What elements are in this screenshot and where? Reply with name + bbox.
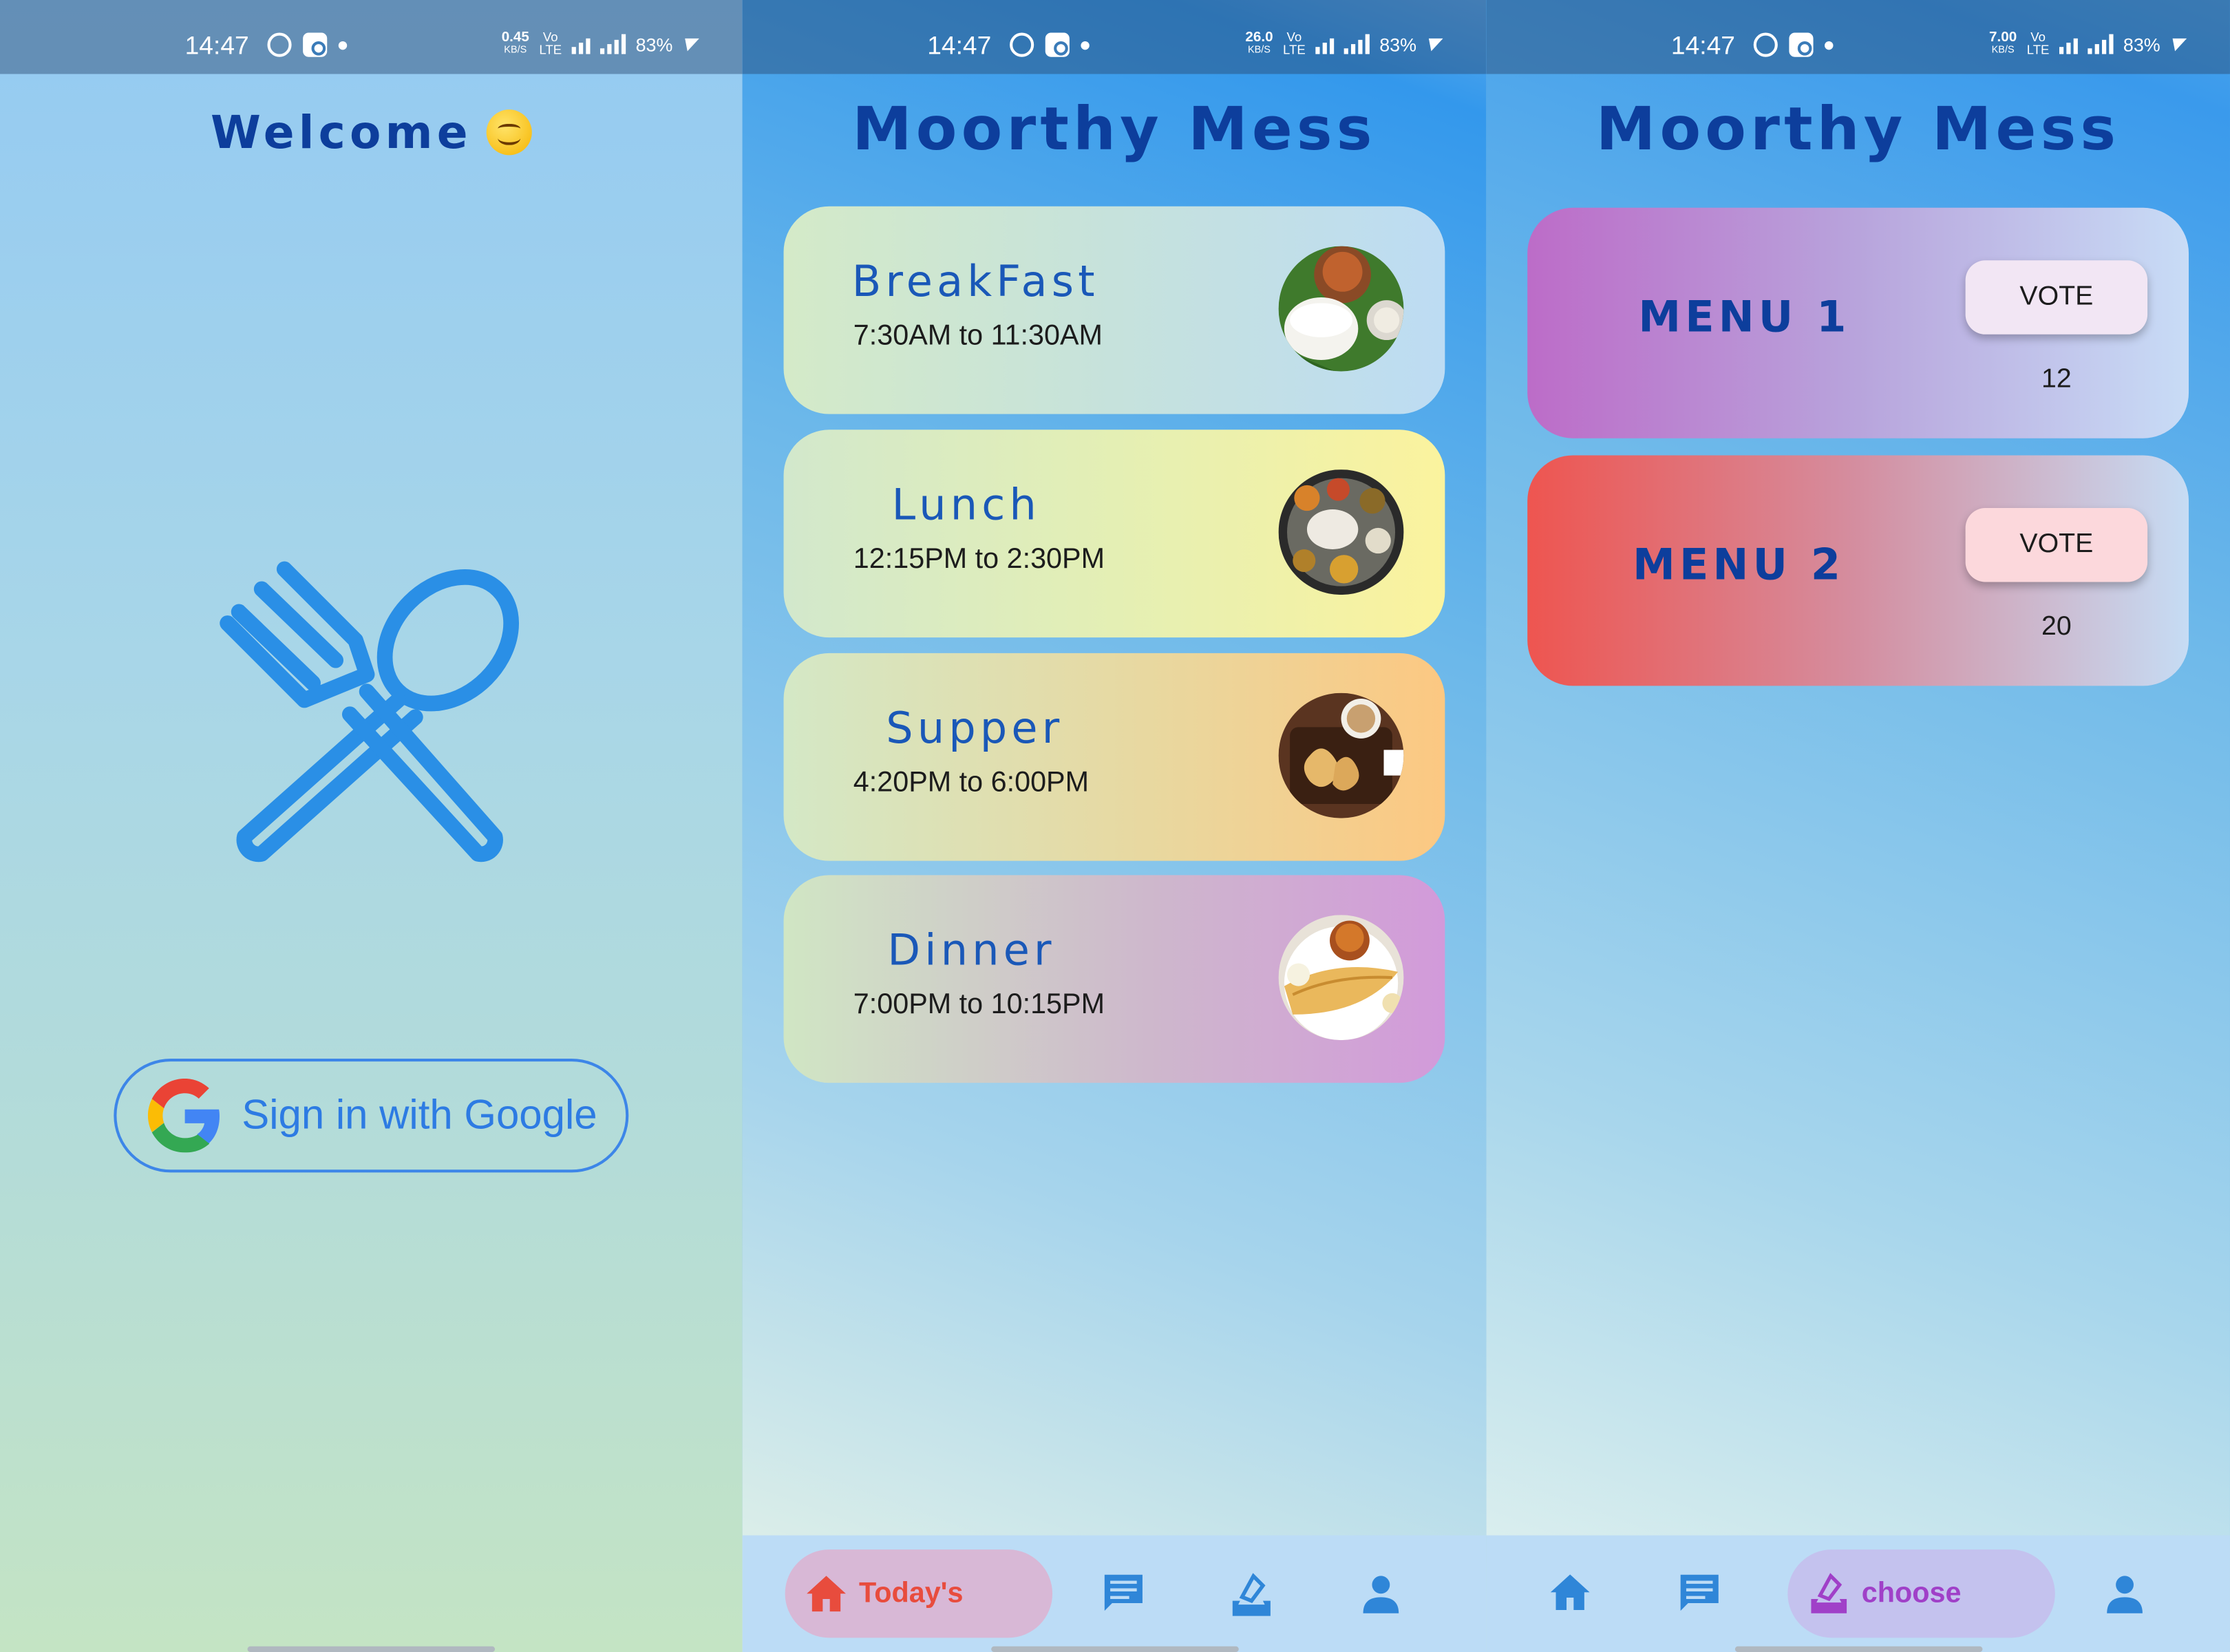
login-screen: 14:47 0.45 KB/S Vo LTE 83% Welcome Sign …: [0, 0, 743, 1652]
vote-icon[interactable]: [1229, 1572, 1274, 1618]
person-icon[interactable]: [2103, 1572, 2146, 1615]
meal-card-supper[interactable]: Supper 4:20PM to 6:00PM: [783, 653, 1445, 861]
menu-name: MENU 2: [1633, 540, 1845, 591]
vote-count: 12: [2041, 364, 2072, 394]
meal-name: Lunch: [891, 480, 1041, 531]
meal-name: Supper: [886, 704, 1064, 754]
menu-card-2: MENU 2 VOTE 20: [1527, 455, 2189, 686]
nav-choose-label: choose: [1861, 1577, 1962, 1609]
whatsapp-icon: [1753, 32, 1778, 57]
nav-today[interactable]: Today's: [785, 1549, 1053, 1638]
thali-photo: [1278, 469, 1404, 595]
more-notifications-dot: [1081, 40, 1090, 50]
app-notification-icon: [1789, 32, 1814, 57]
app-title: Moorthy Mess: [1595, 94, 2121, 164]
battery-percent: 83%: [2123, 33, 2160, 55]
signal-4g-icon: [571, 34, 591, 54]
meal-time: 12:15PM to 2:30PM: [853, 543, 1105, 575]
charging-icon: [680, 37, 699, 51]
chat-icon[interactable]: [1101, 1572, 1146, 1615]
network-speed: 7.00 KB/S: [1989, 30, 2017, 56]
person-icon[interactable]: [1359, 1572, 1402, 1615]
signal-4g-icon: [1315, 34, 1335, 54]
volte-icon: Vo LTE: [539, 30, 562, 57]
app-notification-icon: [303, 32, 328, 57]
volte-icon: Vo LTE: [1283, 30, 1306, 57]
menu-card-1: MENU 1 VOTE 12: [1527, 207, 2189, 438]
meal-name: Dinner: [887, 926, 1056, 977]
clock: 14:47: [184, 31, 249, 60]
menu-name: MENU 1: [1638, 293, 1851, 343]
meal-time: 4:20PM to 6:00PM: [853, 767, 1090, 798]
status-bar: 14:47 7.00 KB/S Vo LTE 83%: [1486, 0, 2230, 74]
status-bar: 14:47 26.0 KB/S Vo LTE 83%: [742, 0, 1487, 74]
battery-percent: 83%: [635, 33, 673, 55]
volte-icon: Vo LTE: [2026, 30, 2050, 57]
app-title: Moorthy Mess: [852, 94, 1377, 164]
welcome-heading: Welcome: [0, 105, 743, 160]
google-signin-button[interactable]: Sign in with Google: [114, 1058, 629, 1173]
home-icon: [807, 1576, 846, 1612]
meal-name: BreakFast: [851, 257, 1099, 308]
bottom-navigation: Today's: [742, 1535, 1487, 1652]
meal-time: 7:30AM to 11:30AM: [853, 320, 1103, 352]
smile-emoji-icon: [486, 109, 532, 156]
meal-card-dinner[interactable]: Dinner 7:00PM to 10:15PM: [783, 875, 1445, 1083]
meal-card-lunch[interactable]: Lunch 12:15PM to 2:30PM: [783, 430, 1445, 638]
whatsapp-icon: [1010, 32, 1034, 57]
charging-icon: [2167, 37, 2187, 51]
meal-card-breakfast[interactable]: BreakFast 7:30AM to 11:30AM: [783, 206, 1445, 414]
vote-button[interactable]: VOTE: [1965, 260, 2148, 335]
tea-biscuits-photo: [1278, 692, 1404, 818]
status-bar: 14:47 0.45 KB/S Vo LTE 83%: [0, 0, 743, 74]
vote-icon: [1811, 1573, 1847, 1613]
network-speed: 26.0 KB/S: [1245, 30, 1273, 56]
vote-button[interactable]: VOTE: [1965, 507, 2148, 582]
fork-spoon-icon: [220, 561, 520, 862]
nav-choose[interactable]: choose: [1787, 1549, 2055, 1638]
vote-count: 20: [2041, 611, 2072, 642]
signal-icon: [1344, 34, 1370, 54]
bottom-navigation: choose: [1486, 1535, 2230, 1652]
battery-percent: 83%: [1379, 33, 1417, 55]
gesture-bar: [247, 1646, 496, 1652]
signal-icon: [2088, 34, 2114, 54]
signal-icon: [599, 34, 626, 54]
choose-screen: 14:47 7.00 KB/S Vo LTE 83% Moorthy Mess ME…: [1486, 0, 2230, 1652]
network-speed: 0.45 KB/S: [501, 30, 529, 56]
more-notifications-dot: [338, 40, 348, 50]
clock: 14:47: [1670, 31, 1735, 60]
more-notifications-dot: [1825, 40, 1834, 50]
chat-icon[interactable]: [1677, 1572, 1722, 1615]
google-signin-label: Sign in with Google: [242, 1092, 597, 1138]
google-logo-icon: [147, 1078, 220, 1153]
dosa-photo: [1278, 915, 1404, 1041]
idli-sambar-photo: [1278, 246, 1404, 372]
meal-time: 7:00PM to 10:15PM: [853, 988, 1105, 1021]
gesture-bar: [1734, 1646, 1982, 1652]
charging-icon: [1424, 37, 1443, 51]
todays-screen: 14:47 26.0 KB/S Vo LTE 83% Moorthy Mess Br…: [742, 0, 1487, 1652]
signal-4g-icon: [2059, 34, 2078, 54]
home-icon[interactable]: [1549, 1572, 1591, 1612]
gesture-bar: [990, 1646, 1238, 1652]
clock: 14:47: [927, 31, 992, 60]
nav-today-label: Today's: [859, 1577, 964, 1609]
whatsapp-icon: [267, 32, 292, 57]
app-notification-icon: [1045, 32, 1070, 57]
